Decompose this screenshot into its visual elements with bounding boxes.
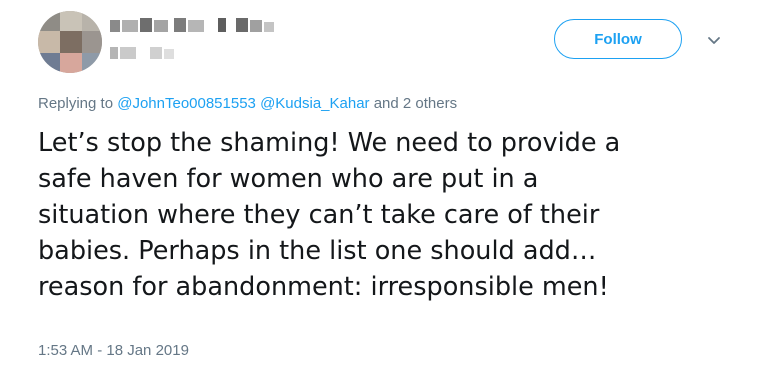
chevron-down-icon[interactable] xyxy=(706,32,722,48)
tweet-text-line: babies. Perhaps in the list one should a… xyxy=(38,236,597,266)
follow-button[interactable]: Follow xyxy=(554,19,682,59)
author-handle-blurred[interactable] xyxy=(110,45,180,61)
tweet-text-line: reason for abandonment: irresponsible me… xyxy=(38,272,609,302)
tweet-text-line: situation where they can’t take care of … xyxy=(38,200,600,230)
tweet-text: Let’s stop the shaming! We need to provi… xyxy=(38,125,758,305)
tweet-timestamp[interactable]: 1:53 AM - 18 Jan 2019 xyxy=(38,342,189,359)
mention-link[interactable]: @JohnTeo00851553 xyxy=(117,95,256,112)
author-display-name-blurred[interactable] xyxy=(110,16,278,36)
replying-to-line: Replying to @JohnTeo00851553 @Kudsia_Kah… xyxy=(38,95,457,112)
mention-link[interactable]: @Kudsia_Kahar xyxy=(260,95,369,112)
replying-to-label: Replying to xyxy=(38,95,114,112)
reply-others-text[interactable]: and 2 others xyxy=(374,95,457,112)
avatar[interactable] xyxy=(38,11,102,73)
tweet-text-line: safe haven for women who are put in a xyxy=(38,164,539,194)
tweet-text-line: Let’s stop the shaming! We need to provi… xyxy=(38,128,621,158)
tweet-card: Follow Replying to @JohnTeo00851553 @Kud… xyxy=(0,0,768,370)
